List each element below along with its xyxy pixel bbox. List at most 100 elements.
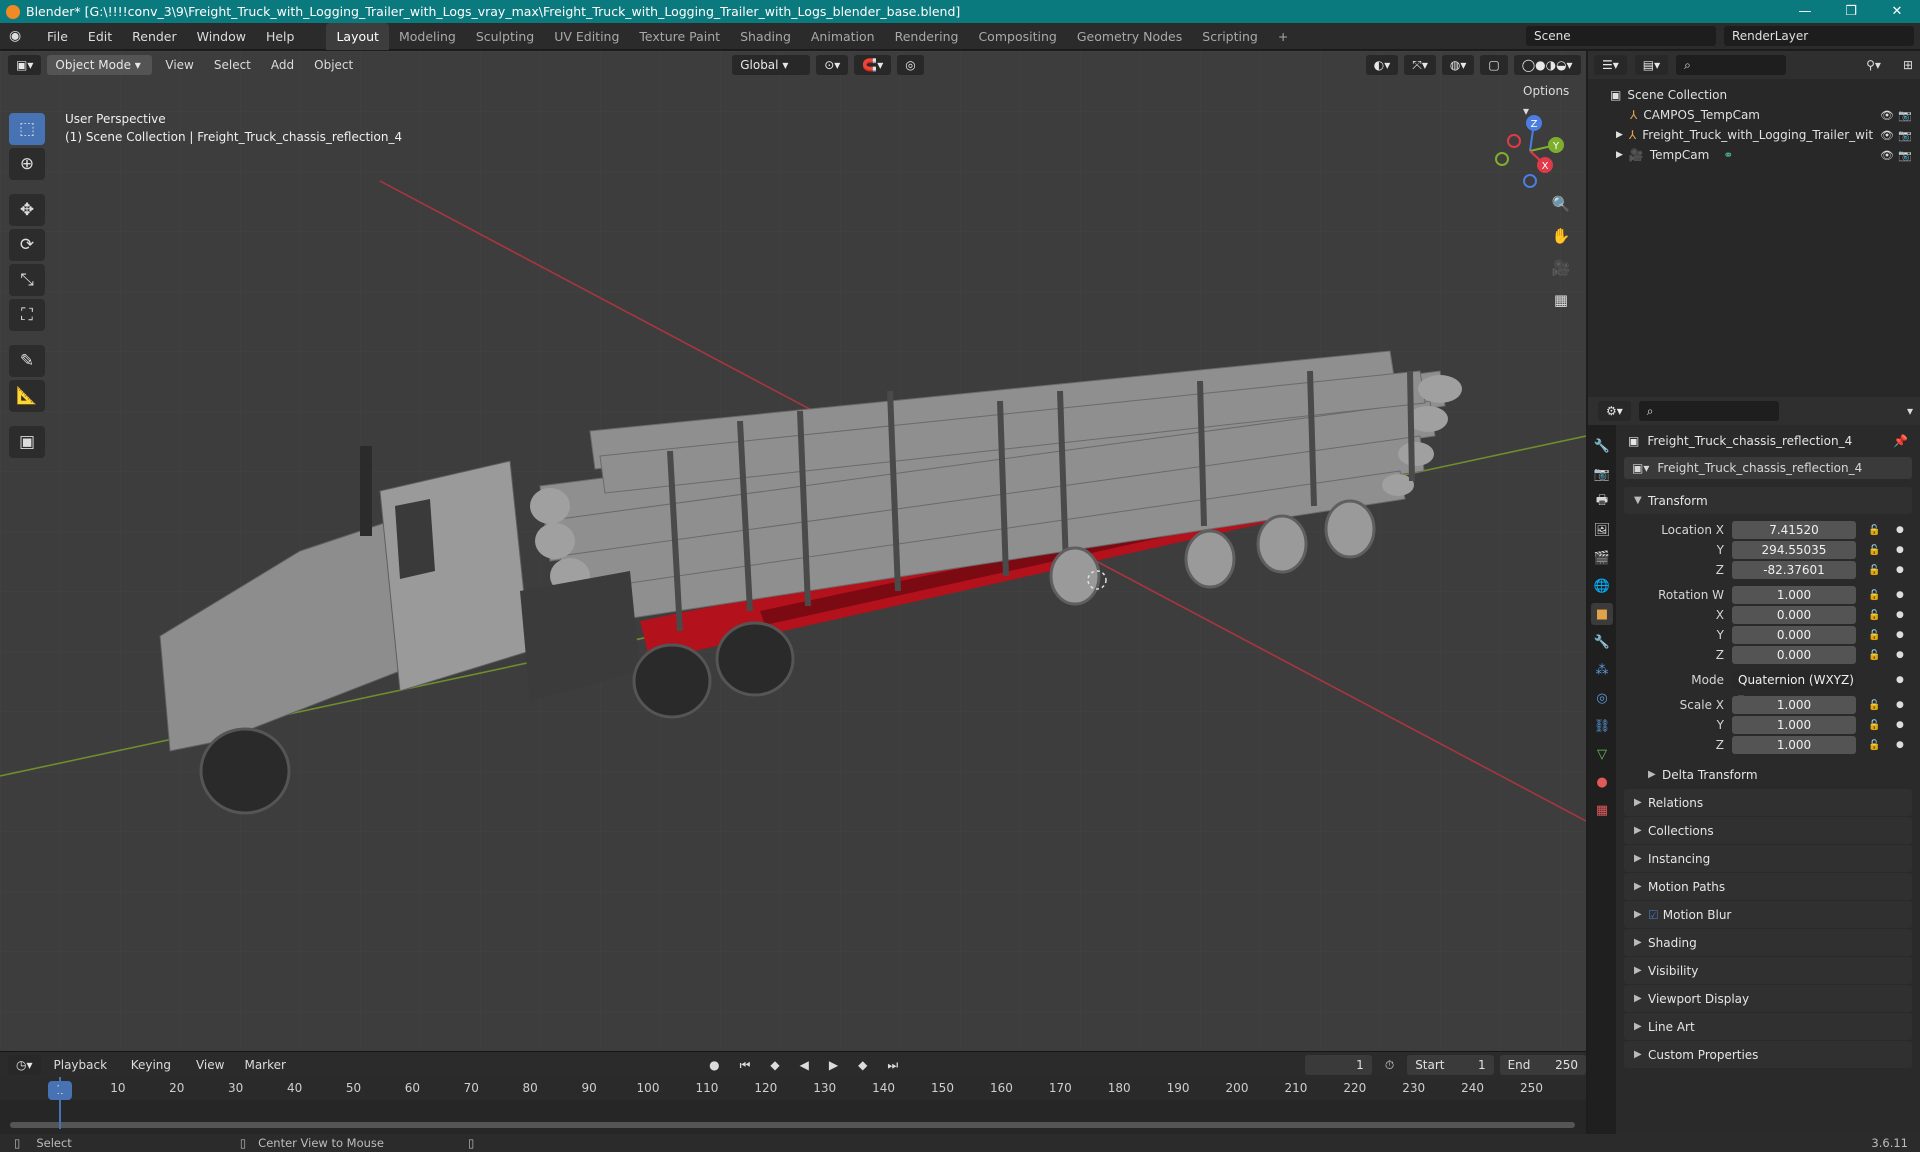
mode-selector[interactable]: Object Mode ▾ <box>47 55 153 75</box>
tab-animation[interactable]: Animation <box>801 23 885 50</box>
cursor-tool-icon[interactable]: ⊕ <box>9 148 45 180</box>
filter-icon[interactable]: ⚲▾ <box>1859 55 1888 75</box>
properties-editor-type-icon[interactable]: ⚙▾ <box>1598 401 1631 421</box>
panel-relations[interactable]: ▶ Relations <box>1624 789 1912 816</box>
lock-icon[interactable]: 🔓 <box>1868 650 1880 661</box>
new-collection-icon[interactable]: ⊞ <box>1896 55 1920 75</box>
lock-icon[interactable]: 🔓 <box>1868 610 1880 621</box>
location-y-field[interactable]: 294.55035 <box>1732 541 1856 559</box>
editor-type-button[interactable]: ▣▾ <box>8 55 42 75</box>
keyframe-dot-icon[interactable]: ● <box>1896 650 1904 660</box>
timeline-menu-playback[interactable]: Playback ▾ <box>47 1055 118 1092</box>
keyframe-dot-icon[interactable]: ● <box>1896 720 1904 730</box>
keyframe-dot-icon[interactable]: ● <box>1896 590 1904 600</box>
transform-tool-icon[interactable]: ⛶ <box>9 299 45 331</box>
tab-layout[interactable]: Layout <box>326 22 389 50</box>
annotate-tool-icon[interactable]: ✎ <box>9 345 45 377</box>
data-tab-icon[interactable]: ▽ <box>1591 743 1613 765</box>
scale-tool-icon[interactable]: ⤡ <box>9 264 45 296</box>
render-camera-icon[interactable]: 📷 <box>1898 129 1912 142</box>
play-reverse-icon[interactable]: ◀ <box>793 1055 816 1075</box>
outliner-search-input[interactable]: ⌕ <box>1676 55 1787 75</box>
tab-scripting[interactable]: Scripting <box>1192 23 1268 50</box>
rotation-x-field[interactable]: 0.000 <box>1732 606 1856 624</box>
zoom-icon[interactable]: 🔍 <box>1546 191 1576 217</box>
keyframe-dot-icon[interactable]: ● <box>1896 740 1904 750</box>
menu-edit[interactable]: Edit <box>78 29 122 44</box>
timeline-menu-marker[interactable]: Marker <box>237 1055 292 1075</box>
menu-window[interactable]: Window <box>187 29 256 44</box>
outliner-root[interactable]: ▣ Scene Collection <box>1588 85 1920 105</box>
outliner-editor-type-icon[interactable]: ☰▾ <box>1594 55 1627 75</box>
panel-visibility[interactable]: ▶ Visibility <box>1624 957 1912 984</box>
jump-end-icon[interactable]: ⏭ <box>880 1055 905 1075</box>
outliner-item[interactable]: ▶ 🎥 TempCam ⚭ 👁 📷 <box>1588 145 1920 165</box>
scene-selector[interactable]: Scene <box>1526 26 1716 46</box>
xray-icon[interactable]: ▢ <box>1480 55 1508 75</box>
jump-keyframe-back-icon[interactable]: ◆ <box>763 1055 786 1075</box>
display-mode-icon[interactable]: ▤▾ <box>1634 55 1669 75</box>
viewport-menu-view[interactable]: View <box>158 55 200 75</box>
jump-start-icon[interactable]: ⏮ <box>733 1055 758 1075</box>
scale-y-field[interactable]: 1.000 <box>1732 716 1856 734</box>
view-layer-tab-icon[interactable]: 🖼 <box>1591 519 1613 541</box>
preview-range-icon[interactable]: ⏱ <box>1378 1055 1401 1075</box>
menu-file[interactable]: File <box>37 29 78 44</box>
timeline-scrollbar[interactable] <box>10 1122 1575 1128</box>
record-icon[interactable]: ● <box>702 1055 726 1075</box>
viewport-menu-select[interactable]: Select <box>207 55 258 75</box>
keyframe-dot-icon[interactable]: ● <box>1896 525 1904 535</box>
rotation-y-field[interactable]: 0.000 <box>1732 626 1856 644</box>
particles-tab-icon[interactable]: ⁂ <box>1591 659 1613 681</box>
render-camera-icon[interactable]: 📷 <box>1898 149 1912 162</box>
move-tool-icon[interactable]: ✥ <box>9 194 45 226</box>
pin-icon[interactable]: 📌 <box>1893 434 1908 448</box>
tab-uv-editing[interactable]: UV Editing <box>544 23 629 50</box>
panel-motion-blur[interactable]: ▶ ☑ Motion Blur <box>1624 901 1912 928</box>
current-frame-field[interactable]: 1 <box>1305 1055 1372 1075</box>
panel-shading[interactable]: ▶ Shading <box>1624 929 1912 956</box>
rotation-mode-select[interactable]: Quaternion (WXYZ) ▾ <box>1732 671 1856 705</box>
pivot-point-icon[interactable]: ⊙▾ <box>816 55 849 75</box>
render-tab-icon[interactable]: 📷 <box>1591 463 1613 485</box>
constraints-tab-icon[interactable]: ⛓ <box>1591 715 1613 737</box>
eye-icon[interactable]: 👁 <box>1880 129 1894 142</box>
expand-arrow-icon[interactable]: ▶ <box>1616 150 1623 160</box>
lock-icon[interactable]: 🔓 <box>1868 700 1880 711</box>
properties-search-input[interactable]: ⌕ <box>1638 401 1779 421</box>
menu-help[interactable]: Help <box>256 29 305 44</box>
gizmo-toggle-icon[interactable]: ⤧▾ <box>1404 55 1436 75</box>
outliner-item[interactable]: ▶ ⅄ Freight_Truck_with_Logging_Trailer_w… <box>1588 125 1920 145</box>
play-icon[interactable]: ▶ <box>822 1055 845 1075</box>
jump-keyframe-forward-icon[interactable]: ◆ <box>851 1055 874 1075</box>
minimize-button[interactable]: — <box>1782 0 1828 23</box>
tab-sculpting[interactable]: Sculpting <box>466 23 544 50</box>
output-tab-icon[interactable]: 🖶 <box>1591 491 1613 513</box>
object-name-field[interactable]: ▣▾ Freight_Truck_chassis_reflection_4 <box>1624 457 1912 479</box>
keyframe-dot-icon[interactable]: ● <box>1896 565 1904 575</box>
viewport-menu-add[interactable]: Add <box>264 55 301 75</box>
pan-hand-icon[interactable]: ✋ <box>1546 223 1576 249</box>
delta-transform-subpanel[interactable]: ▶ Delta Transform <box>1624 761 1912 788</box>
rotation-w-field[interactable]: 1.000 <box>1732 586 1856 604</box>
panel-line-art[interactable]: ▶ Line Art <box>1624 1013 1912 1040</box>
viewport-menu-object[interactable]: Object <box>307 55 360 75</box>
material-tab-icon[interactable]: ● <box>1591 771 1613 793</box>
scale-x-field[interactable]: 1.000 <box>1732 696 1856 714</box>
close-button[interactable]: ✕ <box>1874 0 1920 23</box>
keyframe-dot-icon[interactable]: ● <box>1896 630 1904 640</box>
navigation-gizmo[interactable]: Z Y X <box>1490 109 1570 189</box>
panel-collections[interactable]: ▶ Collections <box>1624 817 1912 844</box>
eye-icon[interactable]: 👁 <box>1880 109 1894 122</box>
physics-tab-icon[interactable]: ◎ <box>1591 687 1613 709</box>
lock-icon[interactable]: 🔓 <box>1868 545 1880 556</box>
view-layer-selector[interactable]: RenderLayer <box>1724 26 1914 46</box>
rotate-tool-icon[interactable]: ⟳ <box>9 229 45 261</box>
blender-menu-icon[interactable]: ◉ <box>9 29 29 43</box>
measure-tool-icon[interactable]: 📐 <box>9 380 45 412</box>
scene-tab-icon[interactable]: 🎬 <box>1591 547 1613 569</box>
frame-ruler[interactable]: 1 10203040506070809010011012013014015016… <box>0 1078 1586 1100</box>
texture-tab-icon[interactable]: ▦ <box>1591 799 1613 821</box>
tab-texture-paint[interactable]: Texture Paint <box>629 23 730 50</box>
timeline-editor-type-icon[interactable]: ◷▾ <box>8 1055 41 1075</box>
